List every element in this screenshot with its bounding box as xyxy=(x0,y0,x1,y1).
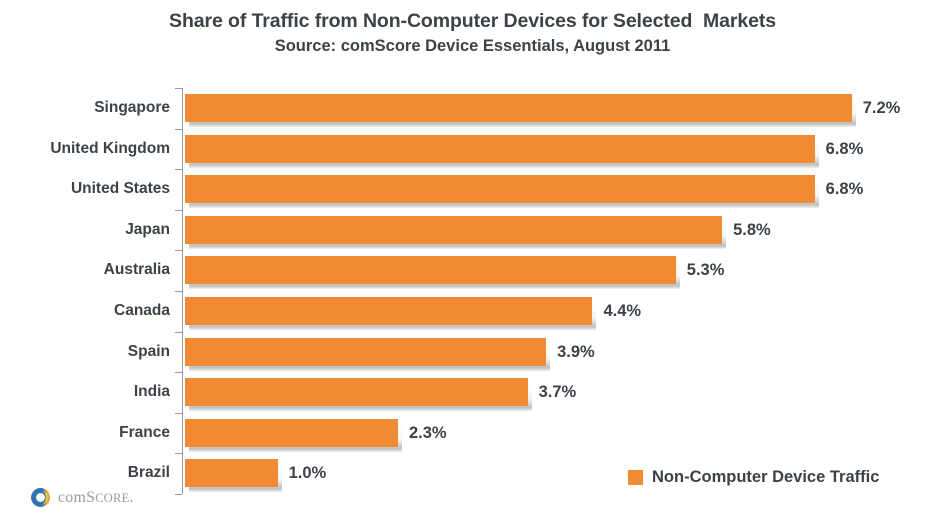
bar-fill xyxy=(185,297,593,325)
bar-row: United States 6.8% xyxy=(0,169,945,210)
bar-row: Singapore 7.2% xyxy=(0,88,945,129)
bar-france[interactable] xyxy=(185,418,402,452)
logo-text-core: CORE xyxy=(95,490,130,505)
bar-fill xyxy=(185,175,815,204)
bar-india[interactable] xyxy=(185,378,532,412)
category-label: United States xyxy=(70,180,170,198)
bar-canada[interactable] xyxy=(185,297,597,330)
bar-row: Spain 3.9% xyxy=(0,332,945,373)
bar-fill xyxy=(185,215,723,244)
bar-fill xyxy=(185,94,852,122)
bar-fill xyxy=(185,337,547,366)
bar-singapore[interactable] xyxy=(185,94,856,127)
chart-legend: Non-Computer Device Traffic xyxy=(628,468,879,487)
bar-value-label: 1.0% xyxy=(288,464,327,483)
category-label: United Kingdom xyxy=(50,139,170,157)
category-label: Spain xyxy=(127,342,170,360)
comscore-logo-text: comSCORE. xyxy=(58,489,134,507)
category-label: Australia xyxy=(103,261,170,279)
bar-fill xyxy=(185,134,815,163)
bar-brazil[interactable] xyxy=(185,459,282,493)
legend-swatch-icon xyxy=(628,470,643,485)
bar-row: India 3.7% xyxy=(0,372,945,413)
axis-tick xyxy=(175,494,182,495)
category-label: Singapore xyxy=(94,99,170,116)
bar-row: France 2.3% xyxy=(0,413,945,454)
bar-value-label: 4.4% xyxy=(603,302,642,320)
logo-text-s: S xyxy=(86,488,96,506)
category-label: Japan xyxy=(125,220,170,238)
bar-value-label: 2.3% xyxy=(408,423,447,442)
bar-row: Canada 4.4% xyxy=(0,291,945,332)
category-label: Canada xyxy=(114,302,170,319)
bar-row: Australia 5.3% xyxy=(0,250,945,291)
bar-value-label: 3.9% xyxy=(557,342,595,361)
bar-fill xyxy=(185,418,398,447)
bar-fill xyxy=(185,256,676,285)
logo-text-com: com xyxy=(58,488,87,506)
comscore-logo-mark-icon xyxy=(31,488,50,507)
category-label: India xyxy=(133,383,170,401)
bar-united-states[interactable] xyxy=(185,175,819,209)
bar-value-label: 7.2% xyxy=(862,99,901,117)
bar-united-kingdom[interactable] xyxy=(185,134,819,168)
bar-value-label: 6.8% xyxy=(825,139,864,158)
logo-text-mark: . xyxy=(129,488,134,506)
bar-spain[interactable] xyxy=(185,337,551,371)
bar-chart-plot-area: Singapore 7.2% United Kingdom 6.8% United St… xyxy=(0,0,945,522)
bar-value-label: 5.8% xyxy=(733,220,771,239)
legend-label: Non-Computer Device Traffic xyxy=(652,468,880,486)
bar-value-label: 3.7% xyxy=(538,383,577,402)
comscore-logo: comSCORE. xyxy=(30,487,134,508)
bar-fill xyxy=(185,378,528,407)
bar-row: United Kingdom 6.8% xyxy=(0,129,945,170)
category-label: France xyxy=(119,423,170,441)
bar-fill xyxy=(185,459,278,488)
bar-row: Japan 5.8% xyxy=(0,210,945,251)
bar-value-label: 5.3% xyxy=(686,261,725,280)
bar-australia[interactable] xyxy=(185,256,680,290)
bar-japan[interactable] xyxy=(185,215,727,249)
bar-value-label: 6.8% xyxy=(825,180,864,199)
